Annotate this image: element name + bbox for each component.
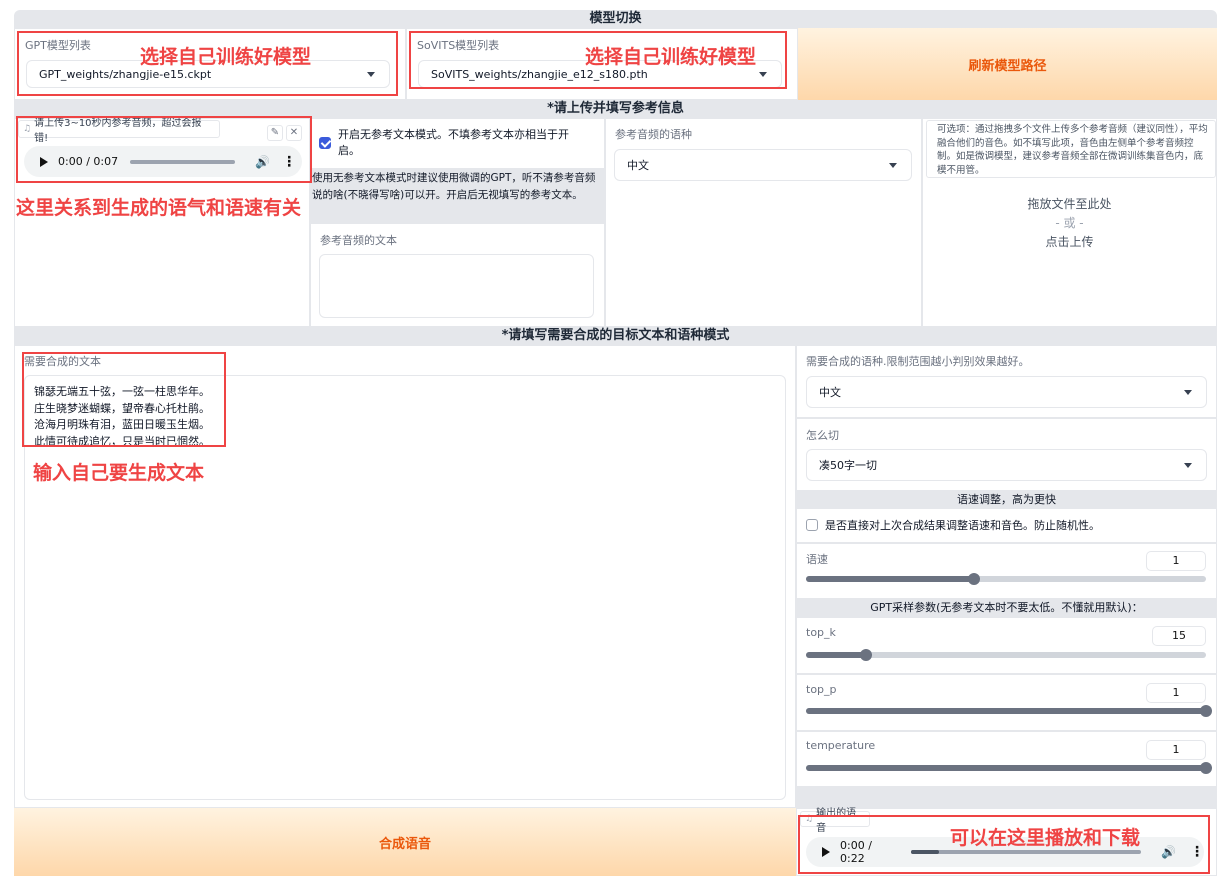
top-p-number-input[interactable]: 1: [1146, 683, 1206, 703]
target-header: *请填写需要合成的目标文本和语种模式: [14, 327, 1217, 345]
annotation-audio-note: 这里关系到生成的语气和语速有关: [16, 197, 302, 219]
temperature-number-input[interactable]: 1: [1146, 740, 1206, 760]
drop-zone-line3[interactable]: 点击上传: [922, 233, 1217, 250]
speed-slider[interactable]: [806, 573, 1206, 585]
chevron-down-icon: [1184, 390, 1192, 395]
cut-dropdown[interactable]: 凑50字一切: [806, 449, 1207, 481]
speed-number-input[interactable]: 1: [1146, 551, 1206, 571]
target-lang-value: 中文: [819, 386, 841, 399]
temperature-slider-knob[interactable]: [1200, 762, 1212, 774]
chevron-down-icon: [1184, 463, 1192, 468]
no-ref-info: 使用无参考文本模式时建议使用微调的GPT，听不清参考音频说的啥(不晓得写啥)可以…: [310, 168, 605, 224]
no-ref-checkbox-label[interactable]: 开启无参考文本模式。不填参考文本亦相当于开启。: [338, 127, 588, 159]
annotation-box-ref-audio: [16, 116, 312, 183]
ref-text-input[interactable]: [319, 254, 594, 318]
annotation-text-note: 输入自己要生成文本: [33, 462, 205, 484]
top-p-label: top_p: [806, 683, 837, 696]
ref-lang-dropdown[interactable]: 中文: [614, 149, 912, 181]
speed-label: 语速: [806, 553, 828, 566]
cut-value: 凑50字一切: [819, 459, 877, 472]
cut-label: 怎么切: [806, 429, 839, 442]
no-ref-checkbox[interactable]: [319, 137, 331, 149]
chevron-down-icon: [889, 163, 897, 168]
annotation-sovits-note: 选择自己训练好模型: [585, 46, 757, 68]
ref-lang-label: 参考音频的语种: [615, 128, 692, 141]
target-lang-dropdown[interactable]: 中文: [806, 376, 1207, 408]
synthesize-button[interactable]: 合成语音: [14, 808, 796, 876]
model-switch-header: 模型切换: [14, 10, 1217, 28]
top-k-label: top_k: [806, 626, 836, 639]
top-k-slider-knob[interactable]: [860, 649, 872, 661]
ref-text-label: 参考音频的文本: [320, 234, 397, 247]
annotation-output-note: 可以在这里播放和下载: [950, 827, 1141, 849]
speed-checkbox-label[interactable]: 是否直接对上次合成结果调整语速和音色。防止随机性。: [825, 517, 1100, 533]
ref-lang-value: 中文: [627, 159, 649, 172]
refresh-models-button[interactable]: 刷新模型路径: [798, 28, 1217, 100]
speed-header: 语速调整，高为更快: [796, 491, 1217, 508]
top-p-slider[interactable]: [806, 705, 1212, 717]
top-p-slider-fill: [806, 708, 1206, 714]
speed-slider-fill: [806, 576, 974, 582]
target-lang-label: 需要合成的语种.限制范围越小判别效果越好。: [806, 355, 1030, 368]
annotation-box-target-text: [22, 352, 226, 447]
drop-zone-line1: 拖放文件至此处: [1027, 197, 1112, 211]
top-p-slider-knob[interactable]: [1200, 705, 1212, 717]
multi-upload-info: 可选项：通过拖拽多个文件上传多个参考音频（建议同性），平均融合他们的音色。如不填…: [926, 120, 1216, 178]
drop-zone-line2: - 或 -: [1055, 216, 1084, 230]
gpt-params-header: GPT采样参数(无参考文本时不要太低。不懂就用默认)：: [796, 599, 1217, 617]
top-k-slider[interactable]: [806, 649, 1206, 661]
temperature-slider-fill: [806, 765, 1206, 771]
top-k-number-input[interactable]: 15: [1152, 626, 1206, 646]
temperature-slider[interactable]: [806, 762, 1212, 774]
speed-checkbox[interactable]: [806, 519, 818, 531]
top-k-slider-fill: [806, 652, 866, 658]
annotation-gpt-note: 选择自己训练好模型: [140, 46, 312, 68]
speed-slider-knob[interactable]: [968, 573, 980, 585]
temperature-label: temperature: [806, 739, 876, 752]
